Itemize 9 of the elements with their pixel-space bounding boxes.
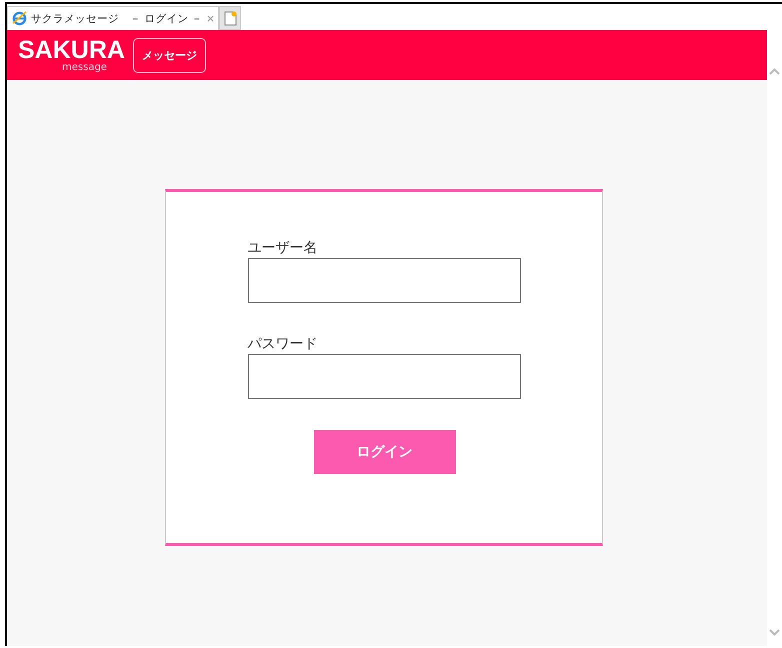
tab-title: サクラメッセージ － ログイン － (31, 12, 203, 26)
nav-button[interactable]: メッセージ (132, 38, 206, 72)
login-button[interactable]: ログイン (314, 430, 456, 474)
field-label: ユーザー名 (248, 239, 318, 258)
field-label: パスワード (248, 335, 318, 354)
close-button[interactable]: × (206, 11, 214, 26)
logo-text: SAKURA (18, 37, 125, 63)
logo-subtitle: message (62, 63, 107, 73)
browser-tab[interactable]: サクラメッセージ － ログイン － × (7, 6, 219, 30)
